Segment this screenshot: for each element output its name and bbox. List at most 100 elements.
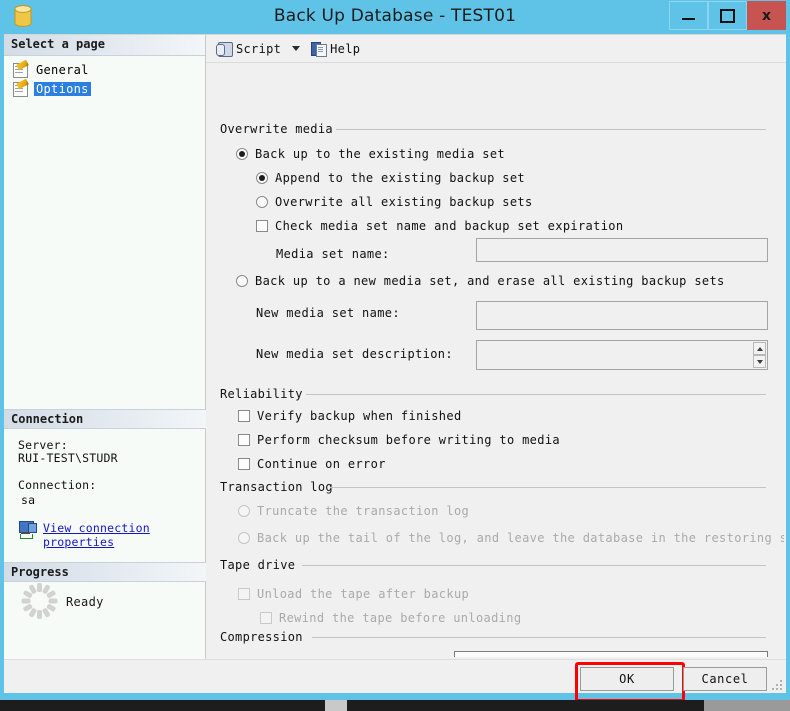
radio-new-media-set[interactable]: Back up to a new media set, and erase al… [236,274,725,288]
group-title: Compression [220,630,309,644]
connection-section-header: Connection [4,409,206,429]
checkbox-indicator [260,612,272,624]
radio-append-existing-backup-set[interactable]: Append to the existing backup set [256,171,525,185]
checkbox-indicator [256,220,268,232]
dialog-toolbar: Script Help [206,35,786,63]
radio-label: Overwrite all existing backup sets [275,195,533,209]
help-button[interactable]: Help [307,38,364,60]
group-divider [306,394,766,395]
checkbox-unload-tape: Unload the tape after backup [238,587,469,601]
checkbox-rewind-tape: Rewind the tape before unloading [260,611,521,625]
dialog-client-area: Select a page General Options Connection [4,34,786,702]
media-set-name-label: Media set name: [276,247,390,261]
new-media-set-description-input[interactable] [476,340,768,370]
backup-compression-value: Use the default server setting [461,656,688,658]
spinner-up-button[interactable] [753,342,766,355]
select-a-page-header: Select a page [4,35,205,56]
connection-label: Connection: [18,478,97,492]
help-icon [311,41,328,57]
close-button[interactable]: x [747,1,786,30]
group-title: Tape drive [220,558,302,572]
cancel-button[interactable]: Cancel [683,667,767,691]
taskbar[interactable] [0,700,790,711]
radio-truncate-transaction-log: Truncate the transaction log [238,504,469,518]
radio-label: Back up to the existing media set [255,147,505,161]
checkbox-label: Check media set name and backup set expi… [275,219,624,233]
spinner-down-button[interactable] [753,355,766,368]
sidebar-item-general[interactable]: General [4,59,205,79]
computer-connection-icon [18,521,37,539]
link-line-2: properties [43,535,115,549]
group-divider [330,487,766,488]
checkbox-indicator [238,434,250,446]
taskbar-tray[interactable] [704,700,790,711]
radio-label: Append to the existing backup set [275,171,525,185]
options-pane: Script Help Overwrite media Back up to t… [206,35,786,659]
page-properties-icon [13,59,29,78]
server-value: RUI-TEST\STUDR [18,451,118,465]
sidebar-item-options[interactable]: Options [4,78,205,98]
progress-status: Ready [66,595,104,609]
checkbox-verify-backup[interactable]: Verify backup when finished [238,409,462,423]
minimize-button[interactable] [669,1,708,30]
radio-existing-media-set[interactable]: Back up to the existing media set [236,147,505,161]
resize-grip-icon[interactable] [770,678,782,690]
maximize-button[interactable] [708,1,747,30]
progress-section-header: Progress [4,562,206,582]
new-media-set-description-label: New media set description: [256,347,453,361]
checkbox-label: Verify backup when finished [257,409,462,423]
group-title: Transaction log [220,480,339,494]
title-bar[interactable]: Back Up Database - TEST01 x [0,0,790,34]
radio-indicator [238,532,250,544]
checkbox-label: Perform checksum before writing to media [257,433,560,447]
server-label: Server: [18,438,68,452]
checkbox-indicator [238,588,250,600]
radio-backup-tail-of-log: Back up the tail of the log, and leave t… [238,531,784,545]
checkbox-perform-checksum[interactable]: Perform checksum before writing to media [238,433,560,447]
sidebar-item-label: Options [34,81,91,96]
radio-label: Truncate the transaction log [257,504,470,518]
script-label: Script [236,41,282,56]
dialog-footer: OK Cancel [4,659,786,702]
radio-indicator [256,172,268,184]
checkbox-check-media-set-name[interactable]: Check media set name and backup set expi… [256,219,623,233]
page-properties-icon [13,78,29,97]
checkbox-indicator [238,410,250,422]
checkbox-indicator [238,458,250,470]
page-list: General Options [4,56,205,98]
group-title: Overwrite media [220,122,339,136]
help-label: Help [330,41,361,56]
radio-indicator [238,505,250,517]
checkbox-label: Unload the tape after backup [257,587,470,601]
sidebar-item-label: General [36,62,89,77]
progress-spinner-icon [21,583,57,619]
ok-button[interactable]: OK [580,667,674,691]
radio-indicator [236,275,248,287]
radio-overwrite-all-backup-sets[interactable]: Overwrite all existing backup sets [256,195,533,209]
radio-indicator [236,148,248,160]
backup-database-dialog: Back Up Database - TEST01 x Select a pag… [0,0,790,702]
checkbox-continue-on-error[interactable]: Continue on error [238,457,386,471]
backup-compression-select[interactable]: Use the default server setting [454,651,768,657]
radio-label: Back up to a new media set, and erase al… [255,274,725,288]
checkbox-label: Rewind the tape before unloading [279,611,522,625]
new-media-set-name-label: New media set name: [256,306,400,320]
left-navigation-pane: Select a page General Options Connection [4,35,206,659]
link-line-1: View connection [43,521,150,535]
taskbar-app-button[interactable] [325,700,347,711]
group-title: Reliability [220,387,309,401]
group-divider [302,565,766,566]
group-divider [336,129,766,130]
checkbox-label: Continue on error [257,457,386,471]
window-controls: x [669,1,786,30]
description-spinner[interactable] [753,342,766,368]
chevron-down-icon[interactable] [292,46,301,51]
view-connection-properties-link[interactable]: View connection properties [18,521,150,549]
radio-indicator [256,196,268,208]
options-content: Overwrite media Back up to the existing … [206,63,784,657]
connection-value: sa [21,493,36,507]
script-button[interactable]: Script [212,38,285,60]
new-media-set-name-input[interactable] [476,301,768,330]
media-set-name-input[interactable] [476,238,768,262]
radio-label: Back up the tail of the log, and leave t… [257,531,784,545]
